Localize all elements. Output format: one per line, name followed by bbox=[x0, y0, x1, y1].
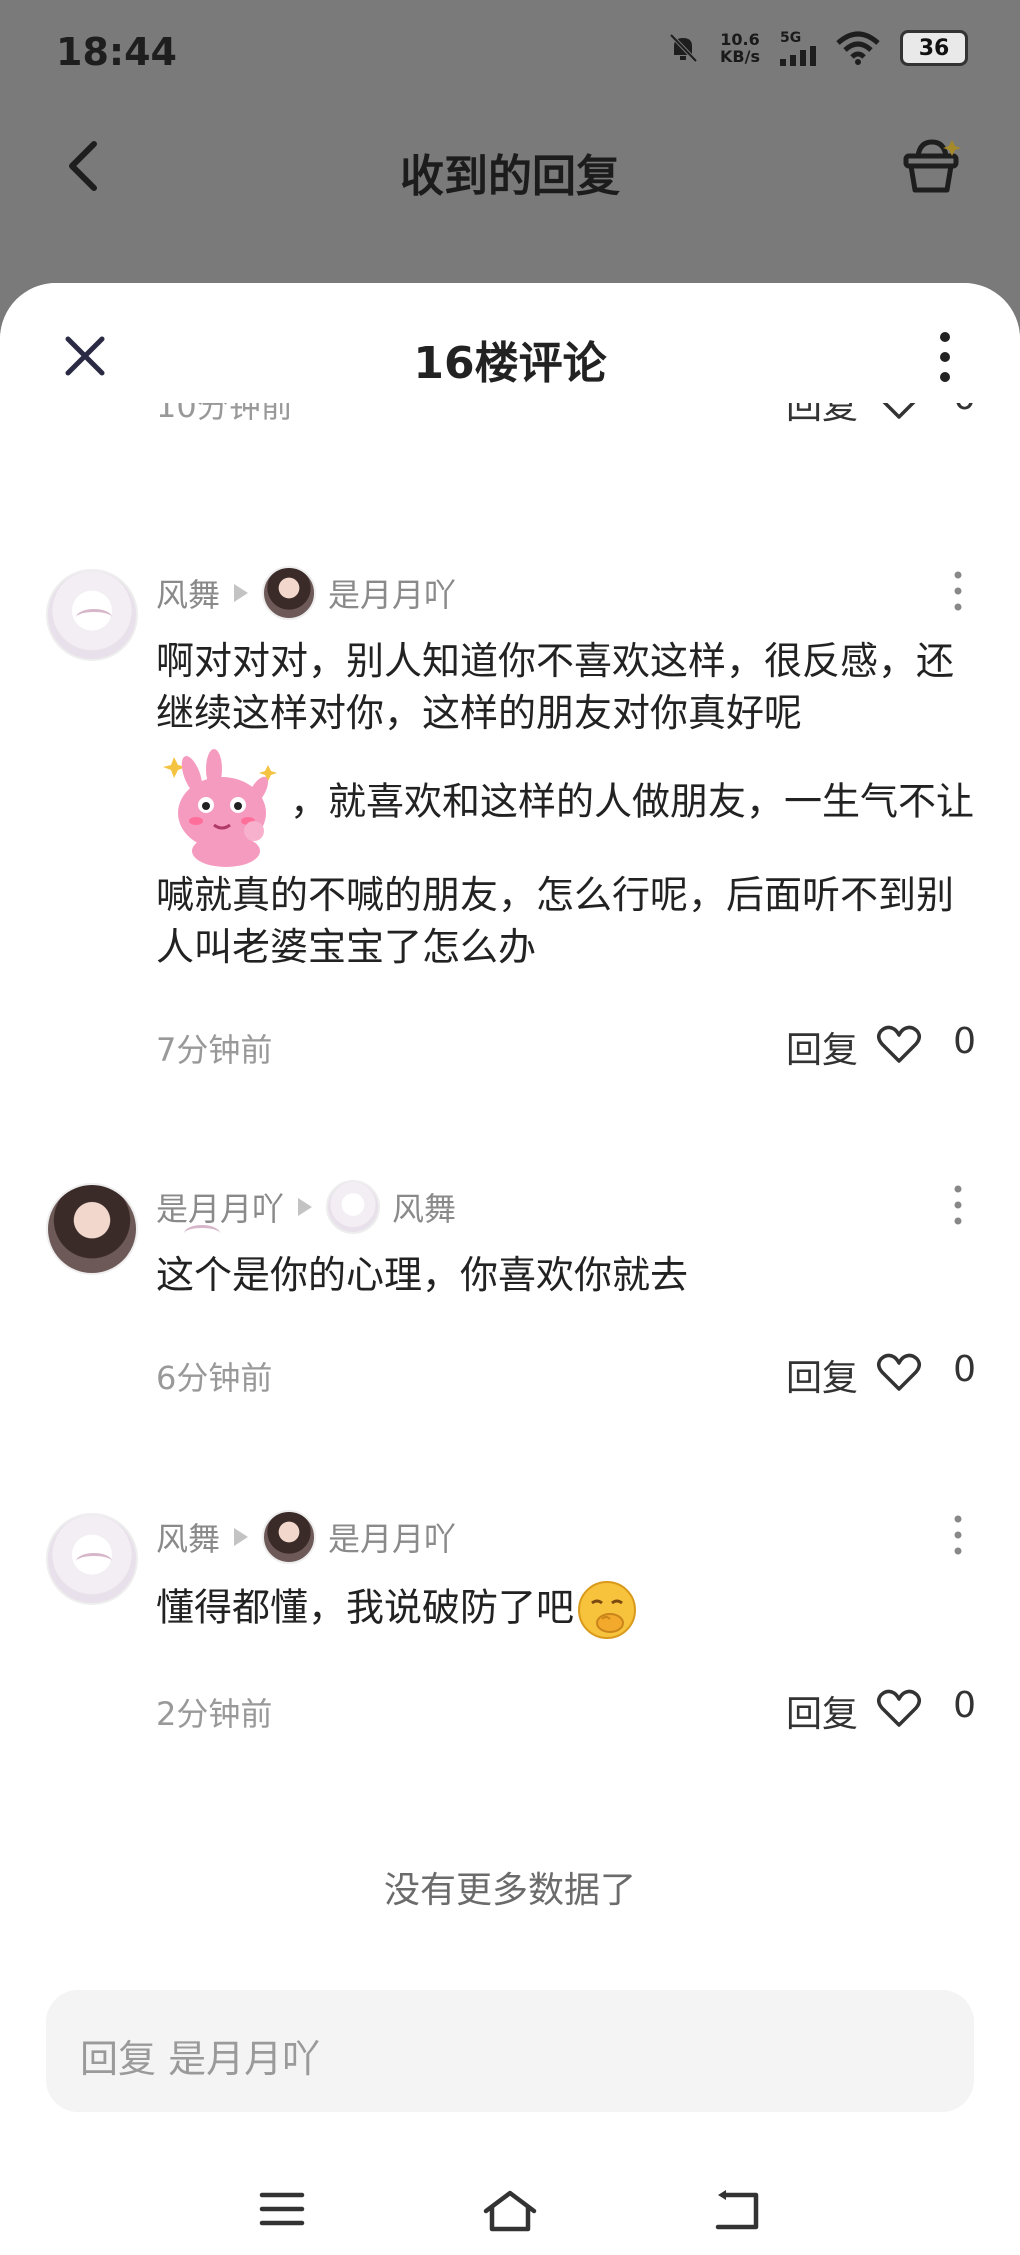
reply-button[interactable]: 回复 bbox=[786, 1685, 858, 1737]
network-speed: 10.6 KB/s bbox=[720, 31, 760, 65]
reply-input[interactable]: 回复 是月月吖 bbox=[46, 1990, 974, 2112]
net-speed-unit: KB/s bbox=[720, 47, 760, 66]
signal-type: 5G bbox=[780, 30, 802, 46]
reply-to-name[interactable]: 是月月吖 bbox=[328, 1514, 456, 1560]
avatar[interactable] bbox=[46, 1513, 138, 1605]
reply-to-name[interactable]: 是月月吖 bbox=[328, 570, 456, 616]
author-name[interactable]: 风舞 bbox=[156, 1514, 220, 1560]
more-vertical-icon[interactable] bbox=[946, 1183, 970, 1227]
signal-bars-icon bbox=[780, 46, 816, 66]
comment-time: 2分钟前 bbox=[156, 1695, 273, 1733]
heart-icon[interactable] bbox=[876, 1351, 922, 1393]
reply-to-name[interactable]: 风舞 bbox=[392, 1184, 456, 1230]
sheet-header: 16楼评论 bbox=[0, 283, 1020, 403]
page-title: 收到的回复 bbox=[400, 151, 620, 202]
comment-time: 10分钟前 bbox=[156, 403, 293, 425]
avatar[interactable] bbox=[46, 569, 138, 661]
partial-comment-footer: 10分钟前 回复 0 bbox=[0, 403, 1020, 443]
like-count: 0 bbox=[953, 1685, 976, 1726]
like-count: 0 bbox=[953, 403, 976, 418]
comment-sheet: 16楼评论 10分钟前 回复 0 风舞 是月月吖 bbox=[0, 283, 1020, 2255]
more-vertical-icon[interactable] bbox=[946, 1513, 970, 1557]
reply-arrow-icon bbox=[298, 1198, 313, 1216]
comment-meta: 风舞 是月月吖 bbox=[156, 1510, 456, 1564]
system-nav-bar bbox=[0, 2161, 1020, 2255]
background-header: 收到的回复 bbox=[0, 110, 1020, 220]
status-time: 18:44 bbox=[56, 30, 177, 74]
comment-footer: 2分钟前 回复 0 bbox=[156, 1683, 976, 1735]
no-more-data-label: 没有更多数据了 bbox=[383, 1870, 636, 1911]
menu-icon[interactable] bbox=[258, 2189, 306, 2229]
like-count: 0 bbox=[953, 1021, 976, 1062]
comment-text: 懂得都懂，我说破防了吧 bbox=[156, 1579, 976, 1641]
heart-icon[interactable] bbox=[876, 1023, 922, 1065]
sheet-title: 16楼评论 bbox=[413, 338, 607, 389]
reply-to-avatar[interactable] bbox=[262, 566, 317, 620]
return-icon[interactable] bbox=[712, 2189, 760, 2231]
heart-icon[interactable] bbox=[876, 1687, 922, 1729]
reply-button[interactable]: 回复 bbox=[786, 1349, 858, 1401]
heart-icon[interactable] bbox=[876, 403, 922, 421]
author-name[interactable]: 是月月吖 bbox=[156, 1184, 284, 1230]
status-icons: 10.6 KB/s 5G 36 bbox=[666, 30, 968, 66]
comment-text-part: 啊对对对，别人知道你不喜欢这样，很反感，还继续这样对你，这样的朋友对你真好呢 bbox=[156, 639, 955, 735]
comment-item: 风舞 是月月吖 懂得都懂，我说破防了吧 bbox=[0, 1510, 1020, 1683]
home-icon[interactable] bbox=[482, 2189, 538, 2233]
comment-meta: 风舞 是月月吖 bbox=[156, 566, 456, 620]
reply-arrow-icon bbox=[234, 1528, 249, 1546]
comment-time: 6分钟前 bbox=[156, 1359, 273, 1397]
pink-axolotl-sticker-icon bbox=[163, 749, 277, 867]
signal-group: 5G bbox=[780, 30, 816, 66]
wifi-icon bbox=[836, 31, 880, 65]
more-vertical-icon[interactable] bbox=[930, 329, 960, 385]
reply-to-avatar[interactable] bbox=[326, 1180, 381, 1234]
comment-time: 7分钟前 bbox=[156, 1031, 273, 1069]
comment-footer: 7分钟前 回复 0 bbox=[156, 1019, 976, 1071]
comment-item: 风舞 是月月吖 啊对对对，别人知道你不喜欢这样，很反感，还继续这样对你，这样的朋… bbox=[0, 566, 1020, 969]
comment-footer: 6分钟前 回复 0 bbox=[156, 1347, 976, 1399]
comment-text-part: 懂得都懂，我说破防了吧 bbox=[156, 1585, 575, 1630]
reply-to-avatar[interactable] bbox=[262, 1510, 317, 1564]
reply-button[interactable]: 回复 bbox=[786, 403, 858, 429]
comment-meta: 是月月吖 风舞 bbox=[156, 1180, 456, 1234]
avatar[interactable] bbox=[46, 1183, 138, 1275]
basket-icon[interactable] bbox=[900, 136, 964, 196]
net-speed-value: 10.6 bbox=[720, 30, 760, 49]
smirk-emoji-icon bbox=[578, 1581, 637, 1639]
author-name[interactable]: 风舞 bbox=[156, 570, 220, 616]
comment-item: 是月月吖 风舞 这个是你的心理，你喜欢你就去 bbox=[0, 1180, 1020, 1343]
reply-input-placeholder: 回复 是月月吖 bbox=[80, 2037, 321, 2081]
comment-text: 这个是你的心理，你喜欢你就去 bbox=[156, 1253, 689, 1297]
more-vertical-icon[interactable] bbox=[946, 569, 970, 613]
status-bar: 18:44 10.6 KB/s 5G 36 bbox=[0, 0, 1020, 110]
like-count: 0 bbox=[953, 1349, 976, 1390]
bell-muted-icon bbox=[669, 33, 698, 63]
reply-arrow-icon bbox=[234, 584, 249, 602]
reply-button[interactable]: 回复 bbox=[786, 1021, 858, 1073]
comment-text: 啊对对对，别人知道你不喜欢这样，很反感，还继续这样对你，这样的朋友对你真好呢 ，… bbox=[156, 635, 976, 973]
battery-indicator: 36 bbox=[900, 30, 968, 66]
